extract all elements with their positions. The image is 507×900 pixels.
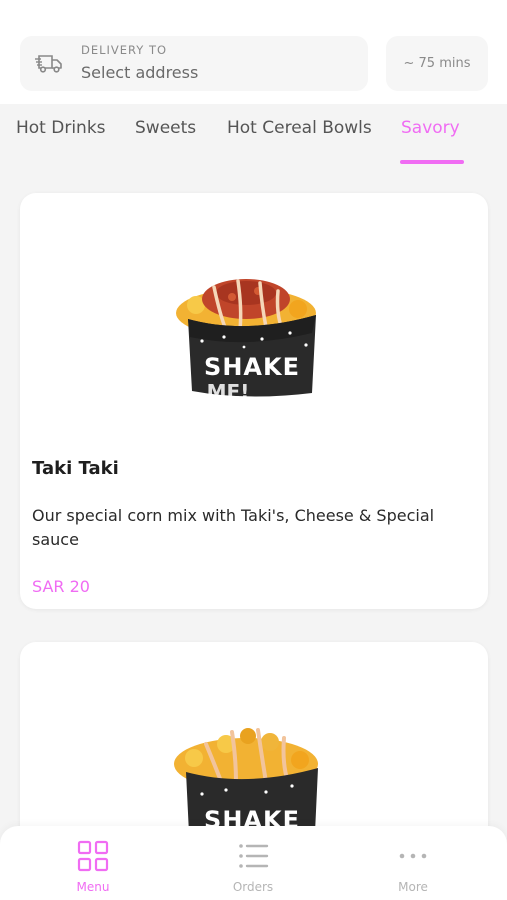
svg-text:ME!: ME! xyxy=(207,380,250,404)
tab-sweets[interactable]: Sweets xyxy=(135,118,196,138)
nav-orders-label: Orders xyxy=(232,880,274,894)
tab-hot-cereal-bowls[interactable]: Hot Cereal Bowls xyxy=(227,118,372,138)
product-description: Our special corn mix with Taki's, Cheese… xyxy=(32,506,435,549)
product-image-text: SHAKE xyxy=(204,353,300,381)
nav-more[interactable]: More xyxy=(353,826,473,900)
nav-more-label: More xyxy=(398,880,428,894)
top-bar: DELIVERY TO Select address ~ 75 mins xyxy=(0,0,507,104)
delivery-label: DELIVERY TO xyxy=(81,43,168,57)
bottom-navigation: Menu Orders More xyxy=(0,826,507,900)
nav-menu-label: Menu xyxy=(76,880,110,894)
list-icon xyxy=(239,844,269,868)
product-image: SHAKE ME! xyxy=(176,279,316,404)
product-name: Taki Taki xyxy=(32,458,119,479)
product-price: SAR 20 xyxy=(32,577,90,596)
delivery-eta[interactable]: ~ 75 mins xyxy=(386,36,488,91)
tab-hot-drinks[interactable]: Hot Drinks xyxy=(16,118,106,138)
active-tab-indicator xyxy=(400,160,464,164)
product-card[interactable]: SHAKE ME! Taki Taki Our special corn mix… xyxy=(20,193,488,609)
category-tabs: Hot Drinks Sweets Hot Cereal Bowls Savor… xyxy=(0,104,507,166)
delivery-truck-icon xyxy=(35,55,62,73)
address-placeholder: Select address xyxy=(81,63,199,82)
nav-orders[interactable]: Orders xyxy=(193,826,313,900)
nav-menu[interactable]: Menu xyxy=(33,826,153,900)
grid-icon xyxy=(77,840,109,872)
tab-savory[interactable]: Savory xyxy=(401,118,460,138)
more-dots-icon xyxy=(399,853,427,859)
delivery-address-selector[interactable]: DELIVERY TO Select address xyxy=(20,36,368,91)
